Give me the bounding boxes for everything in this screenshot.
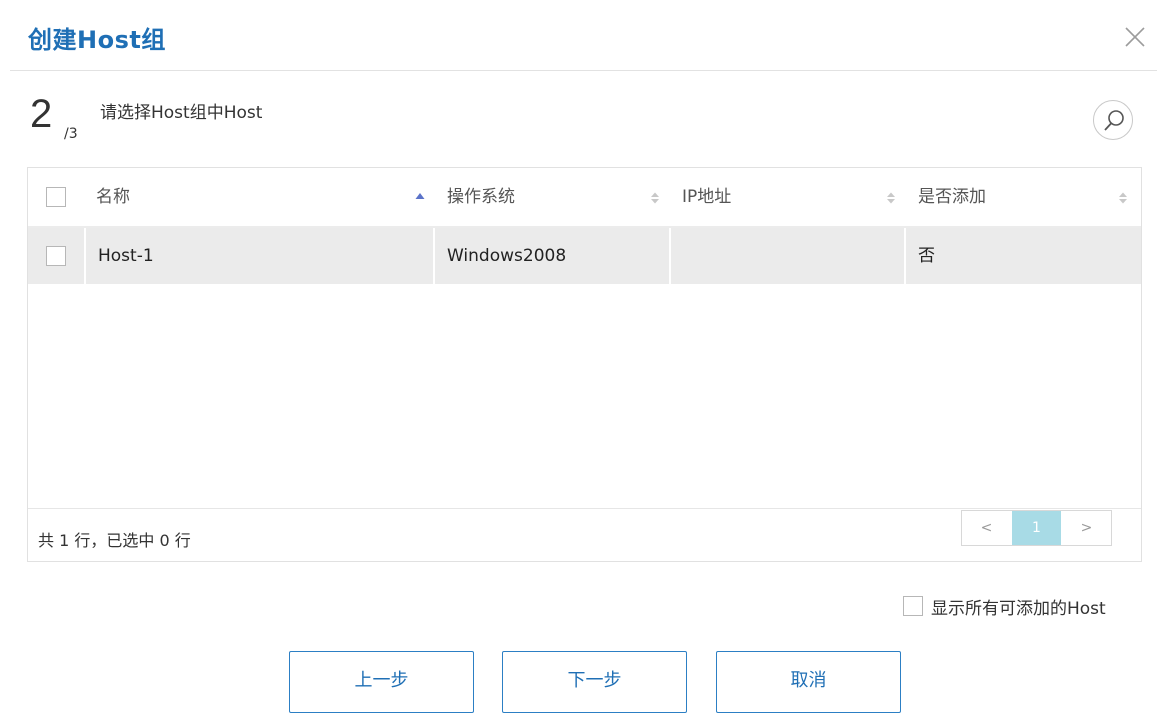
step-total: /3 [64, 126, 78, 142]
show-all-label: 显示所有可添加的Host [931, 599, 1106, 619]
column-header-os[interactable]: 操作系统 [447, 168, 515, 226]
cell-ip [671, 228, 904, 284]
step-description: 请选择Host组中Host [100, 103, 263, 123]
sort-both-icon[interactable] [650, 192, 660, 204]
page-1-button[interactable]: 1 [1012, 511, 1061, 545]
row-checkbox-cell [28, 228, 84, 284]
selection-summary: 共 1 行，已选中 0 行 [38, 531, 191, 550]
search-icon [1104, 110, 1124, 131]
table-header: 名称 操作系统 IP地址 是否添加 [28, 168, 1141, 228]
search-button[interactable] [1093, 100, 1133, 140]
column-header-added[interactable]: 是否添加 [918, 168, 986, 226]
sort-both-icon[interactable] [1118, 192, 1128, 204]
cell-name: Host-1 [86, 228, 433, 284]
pagination: < 1 > [961, 510, 1112, 546]
cell-os: Windows2008 [435, 228, 669, 284]
column-header-name[interactable]: 名称 [96, 168, 130, 226]
sort-asc-icon[interactable] [415, 192, 425, 204]
step-current: 2 [30, 92, 53, 136]
row-checkbox[interactable] [46, 246, 66, 266]
table-row[interactable]: Host-1 Windows2008 否 [28, 228, 1141, 284]
show-all-checkbox[interactable] [903, 596, 923, 616]
dialog-title: 创建Host组 [28, 26, 166, 54]
host-table: 名称 操作系统 IP地址 是否添加 Host-1 Windows2008 否 共… [27, 167, 1142, 562]
next-page-button[interactable]: > [1062, 511, 1111, 545]
prev-page-button[interactable]: < [962, 511, 1011, 545]
cell-added: 否 [906, 228, 1141, 284]
title-divider [10, 70, 1157, 71]
select-all-checkbox[interactable] [46, 187, 66, 207]
sort-both-icon[interactable] [886, 192, 896, 204]
column-header-ip[interactable]: IP地址 [682, 168, 731, 226]
close-icon[interactable] [1124, 26, 1146, 48]
